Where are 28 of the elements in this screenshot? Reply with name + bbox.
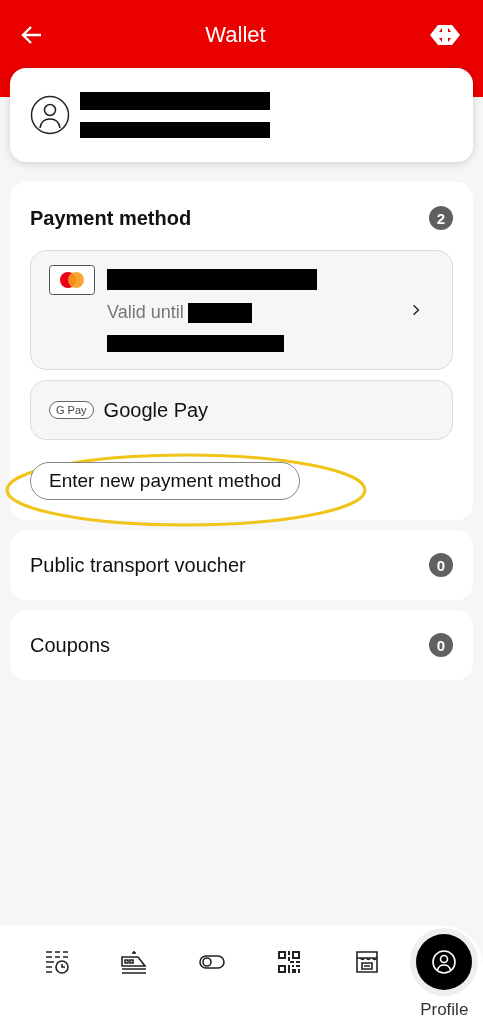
tab-label: Profile: [420, 1000, 469, 1020]
count-badge: 2: [429, 206, 453, 230]
page-title: Wallet: [205, 22, 266, 48]
account-card[interactable]: [10, 68, 473, 162]
redaction-bar: [187, 302, 252, 323]
wallet-section-row[interactable]: Public transport voucher 0: [10, 530, 473, 600]
chevron-right-icon: [412, 304, 420, 316]
user-avatar-icon: [30, 95, 70, 135]
section-label: Coupons: [30, 633, 111, 657]
mastercard-logo-icon: [49, 265, 95, 295]
qr-code-icon: [277, 950, 302, 974]
timetable-icon: [43, 949, 70, 975]
google-pay-logo: G Pay: [49, 401, 94, 419]
toggle-icon: [198, 954, 225, 970]
sbb-logo-icon: [427, 25, 463, 45]
shop-icon: [353, 949, 380, 975]
profile-icon: [431, 949, 458, 975]
count-badge: 0: [429, 553, 453, 577]
payment-method-item[interactable]: G Pay Google Pay: [30, 380, 453, 440]
add-payment-button[interactable]: Enter new payment method: [30, 462, 301, 500]
payment-method-name: Google Pay: [103, 398, 209, 422]
wallet-section-row[interactable]: Coupons 0: [10, 610, 473, 680]
valid-until-label: Valid until: [107, 302, 184, 323]
count-badge: 0: [429, 633, 453, 657]
section-title: Payment method: [30, 206, 192, 230]
payment-card-item[interactable]: Valid until: [30, 250, 453, 370]
section-label: Public transport voucher: [30, 553, 246, 577]
train-icon: [120, 949, 149, 975]
